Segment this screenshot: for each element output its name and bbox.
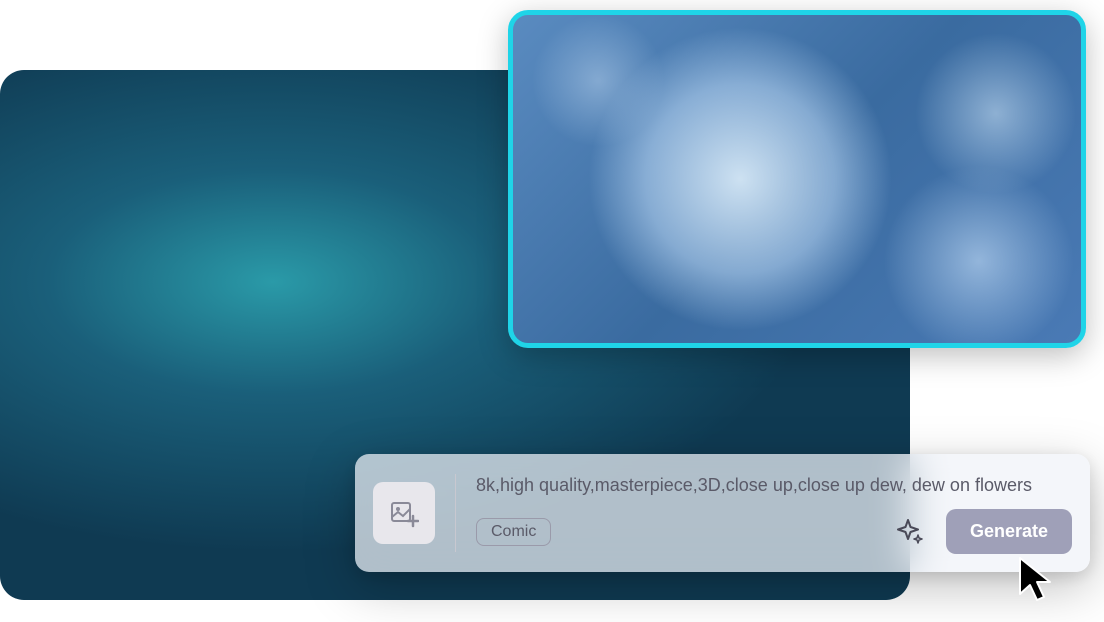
- enhance-prompt-button[interactable]: [892, 514, 928, 550]
- right-controls: Generate: [892, 509, 1072, 554]
- generate-button[interactable]: Generate: [946, 509, 1072, 554]
- prompt-controls-row: Comic Generate: [476, 509, 1072, 554]
- prompt-text[interactable]: 8k,high quality,masterpiece,3D,close up,…: [476, 472, 1072, 499]
- divider: [455, 474, 456, 552]
- prompt-content: 8k,high quality,masterpiece,3D,close up,…: [476, 472, 1072, 554]
- preview-image[interactable]: [508, 10, 1086, 348]
- style-tag[interactable]: Comic: [476, 518, 551, 546]
- sparkle-icon: [895, 517, 925, 547]
- upload-image-button[interactable]: [373, 482, 435, 544]
- image-add-icon: [389, 498, 419, 528]
- prompt-bar: 8k,high quality,masterpiece,3D,close up,…: [355, 454, 1090, 572]
